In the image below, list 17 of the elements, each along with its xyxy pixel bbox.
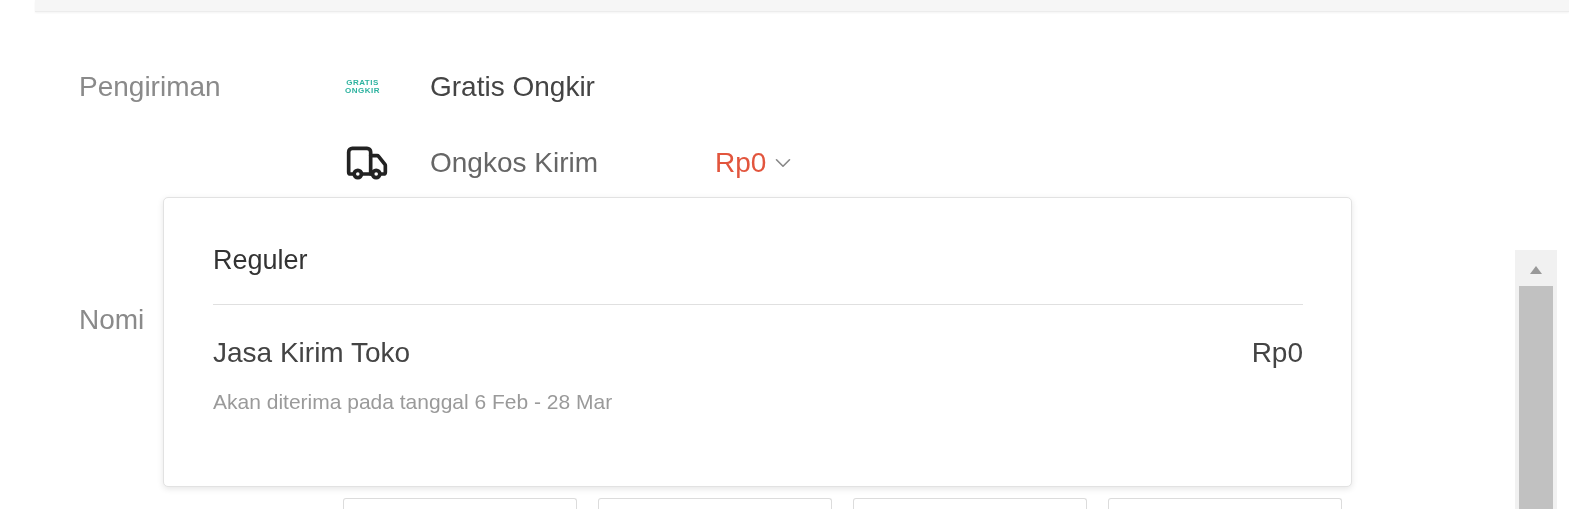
courier-price: Rp0 (1251, 336, 1303, 370)
option-box[interactable] (853, 498, 1087, 509)
option-box[interactable] (1108, 498, 1342, 509)
field-label: Nomi (79, 304, 145, 336)
scroll-up-icon[interactable] (1530, 266, 1542, 274)
shipping-cost-value[interactable]: Rp0 (715, 147, 767, 179)
option-box[interactable] (598, 498, 832, 509)
option-box[interactable] (343, 498, 577, 509)
delivery-estimate: Akan diterima pada tanggal 6 Feb - 28 Mar (213, 389, 614, 415)
free-shipping-text: Gratis Ongkir (430, 71, 595, 103)
shipping-label: Pengiriman (79, 71, 222, 103)
scrollbar-thumb[interactable] (1519, 286, 1553, 509)
courier-name[interactable]: Jasa Kirim Toko (213, 333, 411, 373)
shipping-cost-label: Ongkos Kirim (430, 147, 600, 179)
scrollbar[interactable] (1515, 250, 1557, 509)
group-heading: Reguler (213, 244, 309, 277)
gratis-ongkir-logo: GRATIS ONGKIR (345, 79, 380, 95)
